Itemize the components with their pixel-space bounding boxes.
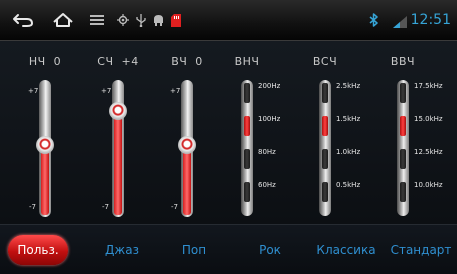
- selector-track[interactable]: [241, 80, 253, 216]
- menu-icon[interactable]: [88, 0, 106, 40]
- bass-slider[interactable]: НЧ 0 +7 -7: [10, 41, 80, 224]
- selector-track[interactable]: [397, 80, 409, 216]
- slider-track[interactable]: [109, 80, 127, 217]
- band-segment[interactable]: [244, 182, 250, 202]
- min-tick-label: -7: [29, 203, 36, 211]
- band-segment[interactable]: [322, 149, 328, 169]
- slider-track[interactable]: [36, 80, 54, 217]
- band-option[interactable]: 17.5kHz: [414, 82, 443, 90]
- max-tick-label: +7: [28, 87, 39, 95]
- band-option[interactable]: 100Hz: [258, 115, 280, 123]
- status-bar: 12:51: [0, 0, 457, 41]
- clock: 12:51: [410, 12, 451, 28]
- band-segment-active[interactable]: [322, 116, 328, 136]
- band-option[interactable]: 60Hz: [258, 181, 276, 189]
- eq-screen: 12:51 НЧ 0 +7 -7 СЧ +4 +7 -7 ВЧ 0 +7 -7 …: [0, 0, 457, 274]
- mid-band-selector[interactable]: ВСЧ 2.5kHz 1.5kHz 1.0kHz 0.5kHz: [290, 41, 360, 224]
- slider-label: СЧ +4: [97, 55, 139, 68]
- low-band-selector[interactable]: ВНЧ 200Hz 100Hz 80Hz 60Hz: [212, 41, 282, 224]
- gps-icon: [116, 0, 130, 40]
- band-segment[interactable]: [400, 83, 406, 103]
- band-option[interactable]: 10.0kHz: [414, 181, 443, 189]
- selector-label: ВСЧ: [312, 55, 338, 68]
- preset-pop-button[interactable]: Поп: [174, 239, 214, 261]
- home-icon[interactable]: [50, 0, 76, 40]
- preset-jazz-button[interactable]: Джаз: [94, 239, 150, 261]
- band-segment-active[interactable]: [244, 116, 250, 136]
- band-segment-active[interactable]: [400, 116, 406, 136]
- preset-rock-button[interactable]: Рок: [250, 239, 290, 261]
- selector-label: ВВЧ: [390, 55, 416, 68]
- sd-card-icon: [169, 0, 183, 40]
- signal-level: [393, 22, 400, 28]
- selector-label: ВНЧ: [234, 55, 260, 68]
- band-segment[interactable]: [244, 149, 250, 169]
- band-segment[interactable]: [322, 83, 328, 103]
- preset-bar: Польз. Джаз Поп Рок Классика Стандарт: [0, 224, 457, 274]
- min-tick-label: -7: [171, 203, 178, 211]
- max-tick-label: +7: [101, 87, 112, 95]
- band-segment[interactable]: [244, 83, 250, 103]
- android-debug-icon: [151, 0, 165, 40]
- slider-knob[interactable]: [36, 136, 54, 154]
- band-segment[interactable]: [322, 182, 328, 202]
- slider-fill: [41, 146, 49, 215]
- high-band-selector[interactable]: ВВЧ 17.5kHz 15.0kHz 12.5kHz 10.0kHz: [368, 41, 443, 224]
- preset-classic-button[interactable]: Классика: [313, 239, 379, 261]
- slider-fill: [183, 146, 191, 215]
- selector-track[interactable]: [319, 80, 331, 216]
- band-option[interactable]: 1.0kHz: [336, 148, 360, 156]
- slider-label: НЧ 0: [28, 55, 62, 68]
- band-option[interactable]: 12.5kHz: [414, 148, 443, 156]
- max-tick-label: +7: [170, 87, 181, 95]
- band-option[interactable]: 200Hz: [258, 82, 280, 90]
- bluetooth-icon: [367, 0, 379, 40]
- band-option[interactable]: 0.5kHz: [336, 181, 360, 189]
- band-segment[interactable]: [400, 149, 406, 169]
- band-segment[interactable]: [400, 182, 406, 202]
- slider-knob[interactable]: [109, 102, 127, 120]
- slider-track[interactable]: [178, 80, 196, 217]
- slider-fill: [114, 112, 122, 215]
- slider-knob[interactable]: [178, 136, 196, 154]
- band-option[interactable]: 15.0kHz: [414, 115, 443, 123]
- min-tick-label: -7: [102, 203, 109, 211]
- equalizer-panel: НЧ 0 +7 -7 СЧ +4 +7 -7 ВЧ 0 +7 -7 ВНЧ 20…: [0, 41, 457, 224]
- usb-icon: [135, 0, 147, 40]
- band-option[interactable]: 1.5kHz: [336, 115, 360, 123]
- band-option[interactable]: 80Hz: [258, 148, 276, 156]
- band-option[interactable]: 2.5kHz: [336, 82, 360, 90]
- preset-custom-button[interactable]: Польз.: [8, 235, 68, 265]
- mid-slider[interactable]: СЧ +4 +7 -7: [83, 41, 153, 224]
- back-icon[interactable]: [10, 0, 36, 40]
- preset-standard-button[interactable]: Стандарт: [389, 239, 453, 261]
